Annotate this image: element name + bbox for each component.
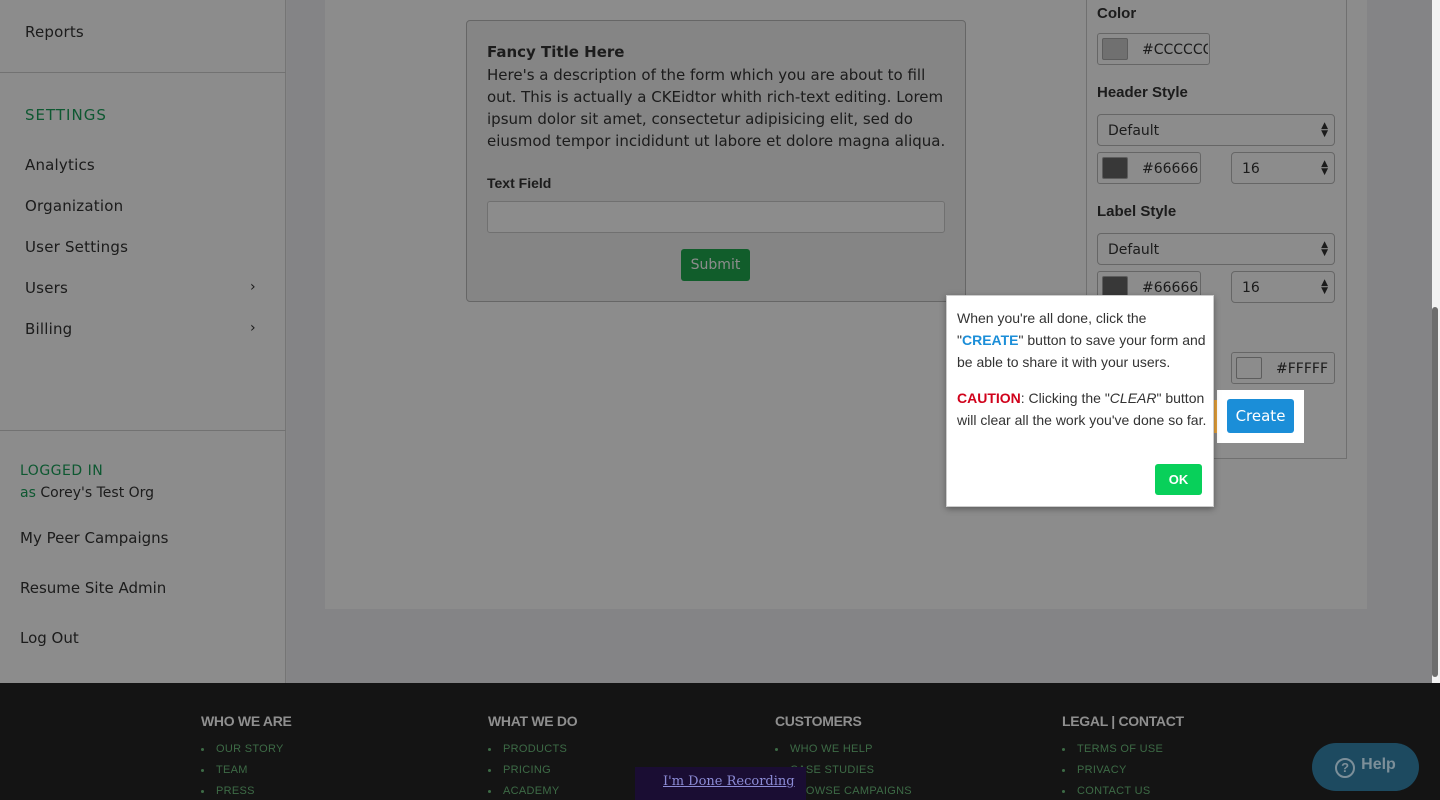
label-color-value: #66666 (1142, 280, 1198, 296)
footer-link[interactable]: TEAM (201, 764, 292, 777)
org-name: Corey's Test Org (40, 485, 155, 501)
sidebar-item-organization[interactable]: Organization (25, 197, 123, 215)
footer-link[interactable]: PRIVACY (1062, 764, 1184, 777)
header-color-value: #66666 (1142, 161, 1198, 177)
sidebar: Reports SETTINGS Analytics Organization … (0, 0, 286, 683)
resume-site-admin-link[interactable]: Resume Site Admin (20, 579, 166, 597)
color-value: #CCCCCC (1142, 42, 1208, 58)
header-color-picker[interactable]: #66666 (1097, 152, 1201, 184)
sidebar-item-analytics[interactable]: Analytics (25, 156, 95, 174)
color-swatch (1236, 357, 1262, 379)
caution-keyword: CAUTION (957, 390, 1021, 406)
footer-heading: CUSTOMERS (775, 713, 862, 729)
label-font-value: Default (1108, 242, 1160, 258)
color-swatch (1102, 157, 1128, 179)
footer-link[interactable]: TERMS OF USE (1062, 743, 1184, 756)
label-style-heading: Label Style (1097, 203, 1177, 220)
clear-keyword: CLEAR (1109, 390, 1157, 406)
help-button[interactable]: ? Help (1312, 743, 1419, 791)
create-button[interactable]: Create (1227, 399, 1294, 433)
footer-link[interactable]: WHO WE HELP (775, 743, 912, 756)
my-peer-campaigns-link[interactable]: My Peer Campaigns (20, 529, 169, 547)
select-arrows-icon: ▲ ▼ (1321, 240, 1328, 258)
footer-column-what-we-do: WHAT WE DO PRODUCTS PRICING ACADEMY (488, 713, 578, 800)
scrollbar-thumb[interactable] (1432, 307, 1438, 677)
color-swatch (1102, 38, 1128, 60)
sidebar-item-user-settings[interactable]: User Settings (25, 238, 128, 256)
label-font-select[interactable]: Default ▲ ▼ (1097, 233, 1335, 265)
select-arrows-icon: ▲ ▼ (1321, 278, 1328, 296)
help-label: Help (1361, 756, 1396, 773)
footer-heading: WHAT WE DO (488, 713, 578, 729)
footer-column-who-we-are: WHO WE ARE OUR STORY TEAM PRESS (201, 713, 292, 800)
color-heading: Color (1097, 5, 1137, 22)
header-font-value: Default (1108, 123, 1160, 139)
label-size-select[interactable]: 16 ▲ ▼ (1231, 271, 1335, 303)
select-arrows-icon: ▲ ▼ (1321, 159, 1328, 177)
background-color-value: #FFFFF (1276, 361, 1328, 377)
text-field-input[interactable] (487, 201, 945, 233)
header-style-heading: Header Style (1097, 84, 1188, 101)
select-arrows-icon: ▲ ▼ (1321, 121, 1328, 139)
logged-in-label: LOGGED IN (20, 463, 104, 479)
chevron-right-icon[interactable]: › (250, 320, 256, 336)
sidebar-item-reports[interactable]: Reports (25, 23, 84, 41)
footer-link[interactable]: OUR STORY (201, 743, 292, 756)
log-out-link[interactable]: Log Out (20, 629, 79, 647)
label-size-value: 16 (1242, 280, 1260, 296)
create-keyword: CREATE (961, 332, 1019, 348)
form-preview: Fancy Title Here Here's a description of… (466, 20, 966, 302)
scrollbar[interactable] (1432, 0, 1440, 683)
as-label: as (20, 485, 36, 501)
chevron-right-icon[interactable]: › (250, 279, 256, 295)
header-size-select[interactable]: 16 ▲ ▼ (1231, 152, 1335, 184)
footer-link[interactable]: CONTACT US (1062, 785, 1184, 798)
footer-link[interactable]: PRESS (201, 785, 292, 798)
tooltip-caution: CAUTION: Clicking the "CLEAR" button wil… (957, 387, 1207, 431)
logged-in-org: as Corey's Test Org (20, 485, 154, 501)
color-picker[interactable]: #CCCCCC (1097, 33, 1210, 65)
footer-column-legal-contact: LEGAL | CONTACT TERMS OF USE PRIVACY CON… (1062, 713, 1184, 800)
footer-link[interactable]: ACADEMY (488, 785, 577, 798)
footer-heading: LEGAL | CONTACT (1062, 713, 1184, 729)
footer-heading: WHO WE ARE (201, 713, 292, 729)
footer-link[interactable]: PRICING (488, 764, 577, 777)
text-field-label: Text Field (487, 175, 552, 191)
sidebar-divider (0, 430, 286, 431)
ok-button[interactable]: OK (1155, 464, 1202, 495)
sidebar-divider (0, 72, 286, 73)
sidebar-item-billing[interactable]: Billing (25, 320, 72, 338)
sidebar-item-users[interactable]: Users (25, 279, 68, 297)
settings-heading: SETTINGS (25, 106, 107, 124)
submit-button[interactable]: Submit (681, 249, 750, 281)
header-font-select[interactable]: Default ▲ ▼ (1097, 114, 1335, 146)
question-circle-icon: ? (1335, 758, 1356, 778)
tooltip-text: : Clicking the " (1020, 390, 1110, 406)
footer-link[interactable]: PRODUCTS (488, 743, 577, 756)
recording-bar: I'm Done Recording (635, 767, 806, 800)
done-recording-link[interactable]: I'm Done Recording (663, 774, 795, 789)
form-title: Fancy Title Here (487, 43, 625, 61)
tooltip-instructions: When you're all done, click the "CREATE"… (957, 307, 1207, 373)
background-color-picker[interactable]: #FFFFF (1231, 352, 1335, 384)
form-description: Here's a description of the form which y… (487, 66, 946, 150)
tour-tooltip: When you're all done, click the "CREATE"… (946, 295, 1214, 507)
header-size-value: 16 (1242, 161, 1260, 177)
